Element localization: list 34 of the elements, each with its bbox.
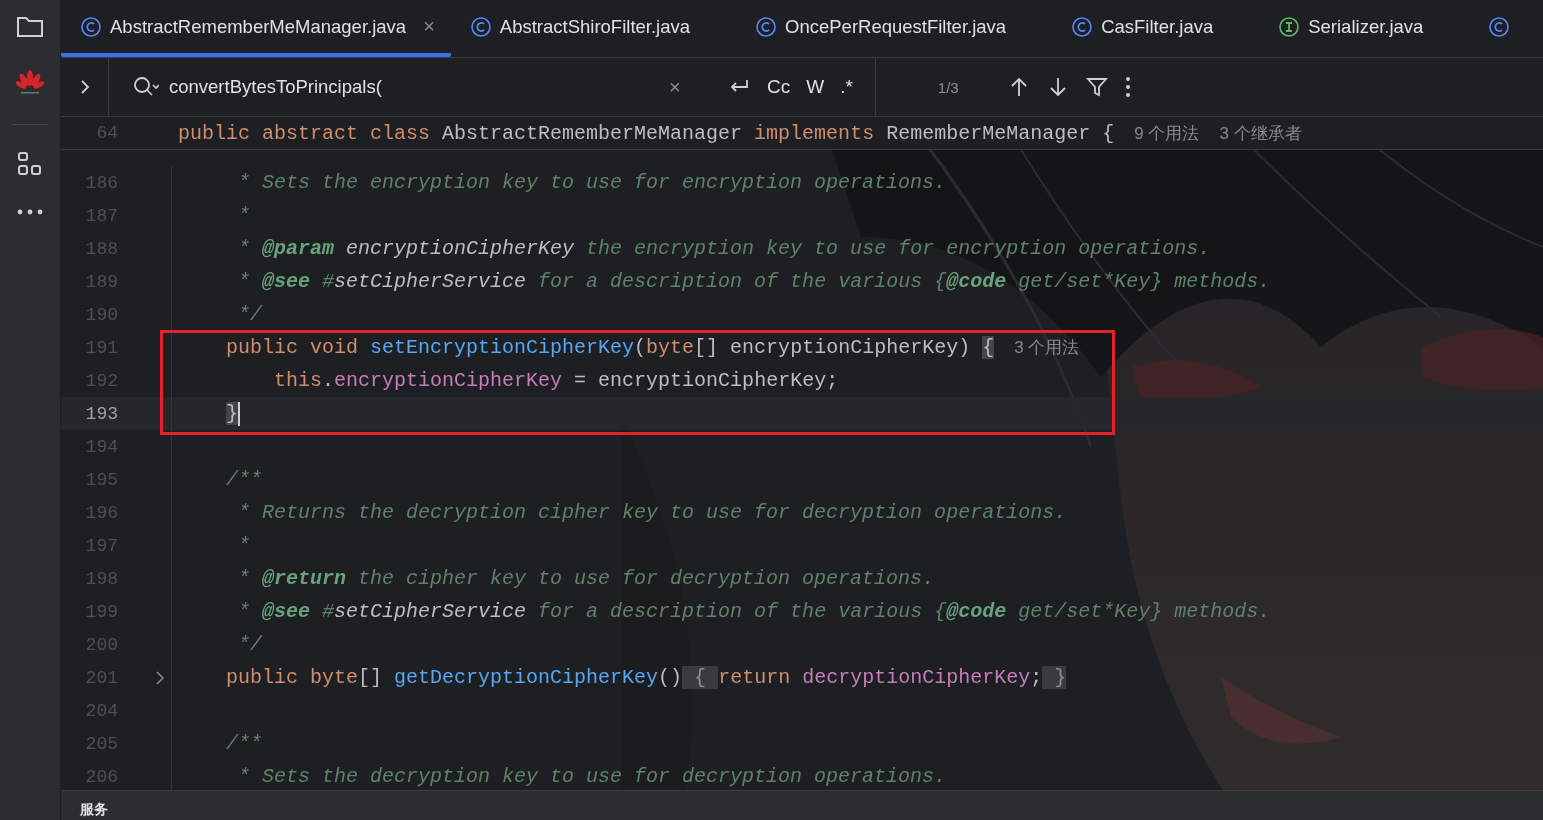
code-line: /** [225, 732, 262, 755]
code-line: public abstract class AbstractRememberMeManager implements RememberMeManager { [177, 121, 1115, 145]
match-count: 1/3 [937, 78, 959, 96]
editor-tab[interactable]: CasFilter.java [1052, 0, 1260, 57]
code-line: * Sets the decryption key to use for decryption operations. [237, 765, 947, 788]
line-number: 193 [84, 403, 118, 424]
code-line: */ [237, 303, 262, 326]
clear-icon[interactable]: × [669, 75, 681, 99]
code-line: * Returns the decryption cipher key to use for decryption operations. [237, 501, 1067, 524]
code-line: * [237, 534, 250, 557]
usage-hint[interactable]: 9 个用法 [1134, 121, 1200, 145]
editor-tab[interactable]: AbstractShiroFilter.java [450, 0, 737, 57]
usage-hint[interactable]: 3 个用法 [1014, 336, 1080, 359]
code-line: this.encryptionCipherKey = encryptionCipherKey; [273, 369, 839, 392]
code-line: * @see #setCipherService for a description of the various {@code get/set*Key} methods. [237, 600, 1271, 623]
code-line: */ [237, 633, 262, 656]
search-option-button[interactable]: Cc [759, 76, 799, 98]
editor-tab[interactable]: Serializer.java [1259, 0, 1470, 57]
usage-hint[interactable]: 3 个继承者 [1219, 121, 1302, 145]
editor-tab[interactable]: OncePerRequestFilter.java [736, 0, 1053, 57]
code-line: /** [225, 468, 262, 491]
code-line: public void setEncryptionCipherKey(byte[] encryptionCipherKey) { [225, 336, 995, 359]
code-line: public byte[] getDecryptionCipherKey() { return decryptionCipherKey; } [225, 666, 1067, 689]
code-line: * @return the cipher key to use for decryption operations. [237, 567, 935, 590]
search-option-button[interactable]: W [798, 76, 833, 98]
editor-tab[interactable]: AbstractRememberMeManager.java × [61, 0, 451, 57]
search-option-button[interactable]: .* [832, 76, 861, 98]
search-field[interactable]: convertBytesToPrincipals( [169, 76, 669, 98]
code-line: * [237, 204, 250, 227]
code-line: * @param encryptionCipherKey the encryption key to use for encryption operations. [237, 237, 1211, 260]
panel-title: 服务 [80, 801, 108, 819]
close-icon[interactable]: × [423, 15, 435, 38]
code-line: * @see #setCipherService for a description of the various {@code get/set*Key} methods. [237, 270, 1271, 293]
code-line: * Sets the encryption key to use for encryption operations. [237, 171, 947, 194]
